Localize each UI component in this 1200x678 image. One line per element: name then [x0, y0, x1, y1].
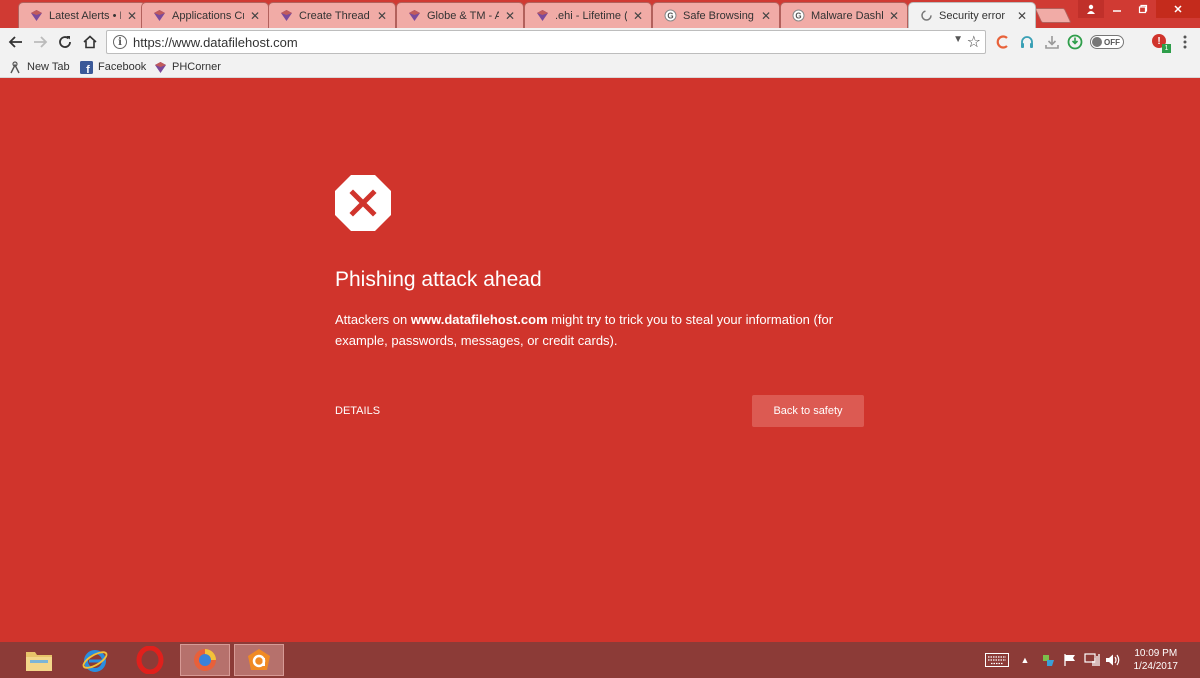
- tab-title: Safe Browsing -: [683, 9, 755, 22]
- back-arrow-icon[interactable]: [6, 32, 26, 52]
- menu-dots-icon[interactable]: [1178, 33, 1192, 51]
- phcorner-favicon-icon: [279, 9, 293, 23]
- phcorner-favicon-icon: [29, 9, 43, 23]
- new-tab-button[interactable]: [1034, 8, 1072, 23]
- internet-explorer-icon[interactable]: [70, 644, 120, 676]
- facebook-icon: f: [79, 60, 93, 74]
- tab-close-icon[interactable]: ✕: [127, 9, 137, 23]
- phcorner-favicon-icon: [535, 9, 549, 23]
- home-icon[interactable]: [80, 32, 100, 52]
- extension-c-icon[interactable]: [994, 33, 1012, 51]
- action-center-flag-icon[interactable]: [1062, 650, 1078, 670]
- security-shield-icon[interactable]: [1040, 650, 1056, 670]
- clock-time: 10:09 PM: [1134, 648, 1178, 659]
- google-favicon-icon: G: [663, 9, 677, 23]
- user-profile-icon[interactable]: [1078, 0, 1104, 18]
- tab-globe-tm[interactable]: Globe & TM - A ✕: [396, 2, 524, 28]
- keyboard-icon[interactable]: [984, 650, 1010, 670]
- desc-domain: www.datafilehost.com: [410, 312, 548, 327]
- toggle-switch[interactable]: OFF: [1090, 33, 1124, 51]
- svg-text:G: G: [795, 12, 801, 21]
- loading-spinner-icon: [919, 9, 933, 23]
- bookmark-star-icon[interactable]: ☆: [967, 32, 981, 52]
- tab-malware-dashboard[interactable]: G Malware Dashb ✕: [780, 2, 908, 28]
- avast-icon[interactable]: [234, 644, 284, 676]
- svg-text:G: G: [667, 12, 673, 21]
- bookmark-page-icon: [8, 60, 22, 74]
- tab-title: .ehi - Lifetime (c: [555, 9, 627, 22]
- desc-prefix: Attackers on: [335, 312, 411, 327]
- windows-taskbar: ▲ 10:09 PM 1/24/2017: [0, 642, 1200, 678]
- bookmark-new-tab[interactable]: New Tab: [8, 59, 70, 75]
- tab-security-error[interactable]: Security error ✕: [908, 2, 1036, 28]
- volume-icon[interactable]: [1104, 650, 1122, 670]
- bookmark-label: Facebook: [98, 61, 147, 73]
- tab-ehi-lifetime[interactable]: .ehi - Lifetime (c ✕: [524, 2, 652, 28]
- tab-close-icon[interactable]: ✕: [505, 9, 515, 23]
- svg-text:f: f: [86, 64, 90, 74]
- tab-close-icon[interactable]: ✕: [250, 9, 260, 23]
- restore-icon[interactable]: [1130, 0, 1156, 18]
- phcorner-favicon-icon: [152, 9, 166, 23]
- tab-title: Create Thread -: [299, 9, 371, 22]
- tab-close-icon[interactable]: ✕: [761, 9, 771, 23]
- tab-latest-alerts[interactable]: Latest Alerts • P ✕: [18, 2, 146, 28]
- download-icon[interactable]: [1043, 33, 1061, 51]
- window-close-icon[interactable]: [1156, 0, 1200, 18]
- back-to-safety-button[interactable]: Back to safety: [752, 395, 864, 427]
- power-download-icon[interactable]: [1066, 33, 1084, 51]
- phcorner-favicon-icon: [407, 9, 421, 23]
- bookmark-label: PHCorner: [172, 61, 221, 73]
- toggle-label: OFF: [1104, 37, 1120, 47]
- warning-description: Attackers on www.datafilehost.com might …: [335, 309, 875, 351]
- tab-title: Latest Alerts • P: [49, 9, 121, 22]
- chevron-up-icon[interactable]: ▲: [1018, 650, 1032, 670]
- alert-extension-icon[interactable]: ! 1: [1150, 33, 1171, 53]
- chevron-down-icon[interactable]: ▼: [953, 34, 963, 45]
- file-explorer-icon[interactable]: [14, 644, 64, 676]
- browser-app-icon[interactable]: [180, 644, 230, 676]
- tab-title: Applications Cr: [172, 9, 244, 22]
- forward-arrow-icon[interactable]: [30, 32, 50, 52]
- tab-create-thread[interactable]: Create Thread - ✕: [268, 2, 396, 28]
- page-title: Phishing attack ahead: [335, 268, 542, 291]
- tab-close-icon[interactable]: ✕: [1017, 9, 1027, 23]
- tab-strip: Latest Alerts • P ✕ Applications Cr ✕ Cr…: [0, 0, 1200, 28]
- opera-icon[interactable]: [125, 644, 175, 676]
- details-button[interactable]: DETAILS: [335, 405, 380, 417]
- clock-date: 1/24/2017: [1133, 661, 1179, 672]
- address-url[interactable]: https://www.datafilehost.com: [133, 35, 298, 50]
- google-favicon-icon: G: [791, 9, 805, 23]
- tab-close-icon[interactable]: ✕: [633, 9, 643, 23]
- minimize-icon[interactable]: [1104, 0, 1130, 18]
- taskbar-clock[interactable]: 10:09 PM 1/24/2017: [1134, 647, 1179, 673]
- reload-icon[interactable]: [55, 32, 75, 52]
- bookmark-label: New Tab: [27, 61, 70, 73]
- phcorner-favicon-icon: [153, 60, 167, 74]
- tab-title: Globe & TM - A: [427, 9, 499, 22]
- bookmark-facebook[interactable]: f Facebook: [79, 59, 146, 75]
- tab-safe-browsing[interactable]: G Safe Browsing - ✕: [652, 2, 780, 28]
- tab-title: Security error: [939, 9, 1006, 22]
- network-icon[interactable]: [1083, 650, 1101, 670]
- address-bar[interactable]: i https://www.datafilehost.com ▼ ☆: [106, 30, 986, 54]
- window-controls: [1078, 0, 1200, 18]
- phishing-warning-page: Phishing attack ahead Attackers on www.d…: [0, 79, 1200, 642]
- browser-toolbar: i https://www.datafilehost.com ▼ ☆ OFF !…: [0, 28, 1200, 56]
- site-info-icon[interactable]: i: [113, 35, 127, 49]
- tab-close-icon[interactable]: ✕: [377, 9, 387, 23]
- bookmark-phcorner[interactable]: PHCorner: [153, 59, 221, 75]
- bookmarks-bar: New Tab f Facebook PHCorner: [0, 56, 1200, 78]
- tab-title: Malware Dashb: [811, 9, 883, 22]
- danger-octagon-icon: [334, 174, 392, 232]
- tab-applications[interactable]: Applications Cr ✕: [141, 2, 269, 28]
- tab-close-icon[interactable]: ✕: [889, 9, 899, 23]
- headphones-icon[interactable]: [1018, 33, 1036, 51]
- badge-count: 1: [1162, 44, 1171, 53]
